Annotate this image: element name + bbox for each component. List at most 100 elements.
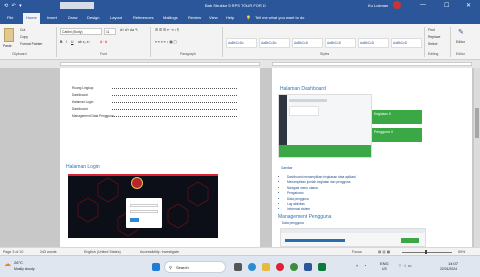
windows-start-icon[interactable] (152, 263, 160, 271)
weather-icon[interactable]: ☁ (4, 260, 11, 268)
strike-sub-sup-icons[interactable]: ab x₂ x² (78, 40, 90, 44)
heading-halaman-login: Halaman Login (66, 164, 100, 170)
toc-dots (112, 107, 237, 110)
search-icon: ⚲ (169, 265, 172, 270)
weather-desc[interactable]: Mostly cloudy (14, 267, 35, 271)
input-language[interactable]: ENG (380, 261, 389, 266)
chrome-icon[interactable] (290, 263, 298, 271)
align-buttons-icon[interactable]: ≡ ≡ ≡ ≡ ↕ ▦ ▢ (155, 40, 177, 44)
subtitle-data-pengguna: Data pengguna (282, 221, 304, 225)
dashboard-topbar (289, 99, 327, 102)
zoom-level[interactable]: 50% (458, 250, 465, 254)
minimize-button[interactable]: — (420, 2, 426, 8)
wifi-volume-battery-icon[interactable]: ⌔ ◁ ▭ (398, 263, 412, 269)
replace-button[interactable]: Replace (428, 35, 440, 39)
quick-access-toolbar[interactable]: ⟲ ↶ ▾ (4, 3, 23, 9)
input-region[interactable]: US (382, 267, 387, 271)
dashboard-bullet-list: Dashboard menampilkan ringkasan data apl… (281, 175, 356, 213)
maximize-button[interactable]: ☐ (444, 2, 449, 9)
card-pengguna-label: Pengguna (374, 130, 390, 134)
user-name[interactable]: Ku Lukman (368, 3, 388, 8)
paste-icon[interactable] (4, 28, 14, 42)
tab-help[interactable]: Help (226, 15, 234, 20)
font-size-select[interactable]: 11 (104, 28, 116, 35)
tab-layout[interactable]: Layout (110, 15, 122, 20)
tab-home[interactable]: Home (23, 13, 40, 24)
style-title[interactable]: AaBbCcD (391, 38, 422, 48)
ruler-left-page[interactable] (60, 62, 260, 66)
ruler-right-page[interactable] (272, 62, 472, 66)
clock-time[interactable]: 14:07 (448, 261, 458, 266)
bold-button[interactable]: B (60, 40, 62, 44)
editor-button[interactable]: Editor (456, 40, 465, 44)
find-button[interactable]: Find (428, 28, 435, 32)
accessibility-status[interactable]: Accessibility: Investigate (140, 250, 179, 254)
toc-entry[interactable]: Dashboard (72, 107, 88, 111)
toc-entry[interactable]: Ruang Lingkup (72, 86, 93, 90)
autosave-box[interactable] (60, 2, 94, 9)
word-count[interactable]: 243 words (40, 250, 57, 254)
toc-entry[interactable]: Management Data Pengguna (72, 114, 114, 118)
zoom-slider-thumb[interactable] (425, 250, 427, 254)
vertical-scrollbar[interactable] (474, 68, 480, 247)
app-icon[interactable] (276, 263, 284, 271)
language-indicator[interactable]: English (United States) (84, 250, 121, 254)
focus-mode-button[interactable]: Focus (352, 250, 362, 254)
avatar[interactable] (393, 1, 401, 9)
style-heading2[interactable]: AaBbCcD (325, 38, 356, 48)
weather-temp[interactable]: 26°C (14, 260, 23, 265)
cut-button[interactable]: Cut (20, 28, 25, 32)
list-item: Informasi sistem (287, 207, 356, 212)
toc-entry[interactable]: Dashboard (72, 93, 88, 97)
group-label-editing: Editing (428, 52, 439, 56)
scrollbar-thumb[interactable] (475, 108, 479, 138)
title-bar: ⟲ ↶ ▾ Bab Struktur 5 RPS TOUR FOR D Ku L… (0, 0, 480, 12)
taskbar-search-box[interactable]: ⚲ Search (164, 261, 226, 273)
select-button[interactable]: Select (428, 42, 437, 46)
divider (56, 27, 57, 57)
tab-file[interactable]: File (7, 15, 13, 20)
italic-button[interactable]: I (66, 40, 67, 44)
word-icon[interactable] (304, 263, 312, 271)
font-name-select[interactable]: Calibri (Body) (60, 28, 102, 35)
style-normal[interactable]: AaBbCcDc (226, 38, 257, 48)
task-view-icon[interactable] (234, 263, 242, 271)
card-kegiatan-label: Kegiatan (374, 112, 388, 116)
font-grow-shrink-icons[interactable]: A˄ A˅ Aa ✎ (120, 28, 138, 32)
tab-view[interactable]: View (209, 15, 218, 20)
tab-draw[interactable]: Draw (68, 15, 77, 20)
tray-network-icon[interactable]: ◔ (364, 263, 366, 268)
list-buttons-icon[interactable]: ☰ ☰ ☰ ⇤ ⇥ ↕ ¶ (155, 28, 179, 32)
tab-review[interactable]: Review (188, 15, 201, 20)
tab-mailings[interactable]: Mailings (163, 15, 178, 20)
page-count[interactable]: Page 3 of 10 (3, 250, 23, 254)
editor-icon[interactable]: ✎ (458, 28, 464, 36)
file-explorer-icon[interactable] (262, 263, 270, 271)
format-painter-button[interactable]: Format Painter (20, 42, 42, 46)
copy-button[interactable]: Copy (20, 35, 28, 39)
close-button[interactable]: ✕ (466, 2, 471, 9)
taskbar: ☁ 26°C Mostly cloudy ⚲ Search ˄ ◔ ENG US… (0, 255, 480, 277)
tab-design[interactable]: Design (87, 15, 99, 20)
heading-management-pengguna: Management Pengguna (278, 214, 332, 220)
zoom-slider[interactable] (402, 252, 452, 253)
tray-chevron-icon[interactable]: ˄ (356, 263, 358, 268)
style-no-spacing[interactable]: AaBbCcDc (259, 38, 290, 48)
clock-date[interactable]: 22/01/2024 (440, 267, 457, 271)
view-mode-icons[interactable]: ▤ ▥ ▦ (378, 250, 390, 254)
app-icon-green[interactable] (318, 263, 326, 271)
tell-me-search[interactable]: Tell me what you want to do (255, 15, 304, 20)
paste-button[interactable]: Paste (3, 44, 12, 48)
tab-insert[interactable]: Insert (47, 15, 57, 20)
toc-entry[interactable]: Halaman Login (72, 100, 93, 104)
tab-references[interactable]: References (133, 15, 153, 20)
style-heading1[interactable]: AaBbCcD (292, 38, 323, 48)
toc-dots (112, 93, 237, 96)
lightbulb-icon[interactable]: 💡 (246, 15, 251, 20)
edge-icon[interactable] (248, 263, 256, 271)
style-heading3[interactable]: AaBbCcD (358, 38, 389, 48)
font-color-icons[interactable]: A · A (100, 40, 107, 44)
status-bar: Page 3 of 10 243 words English (United S… (0, 247, 480, 255)
add-user-button (401, 238, 419, 243)
underline-button[interactable]: U (71, 40, 73, 44)
